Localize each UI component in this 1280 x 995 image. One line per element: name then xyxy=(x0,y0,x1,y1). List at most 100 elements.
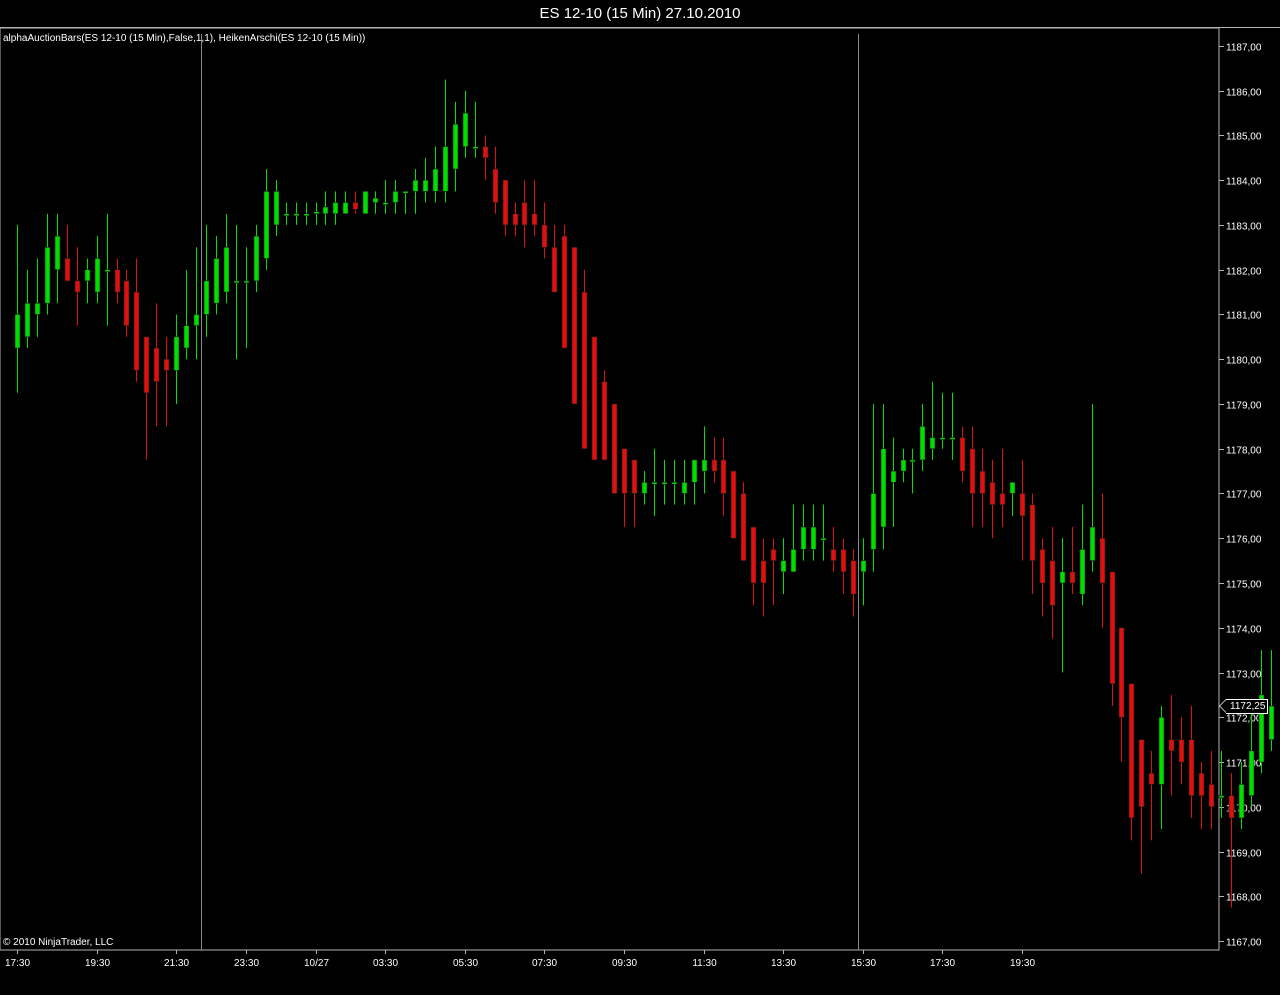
candle xyxy=(541,202,548,259)
candle xyxy=(969,426,976,528)
candle xyxy=(840,538,847,595)
candle-body xyxy=(114,269,121,293)
candle-body xyxy=(1059,571,1066,584)
candle xyxy=(143,336,150,460)
candle xyxy=(492,146,499,214)
candle-body xyxy=(810,526,817,550)
candle-body xyxy=(352,202,359,210)
candle-body xyxy=(939,437,946,440)
y-tick-label: 1183,00 xyxy=(1226,222,1262,233)
candle xyxy=(203,224,210,337)
candle-body xyxy=(84,269,91,282)
last-price-marker: 1172,25 xyxy=(1218,699,1269,714)
y-tick-label: 1176,00 xyxy=(1226,535,1262,546)
candle xyxy=(800,504,807,561)
candle-body xyxy=(790,549,797,573)
candle-body xyxy=(1138,739,1145,808)
candle xyxy=(1228,773,1235,908)
candle-body xyxy=(760,560,767,584)
candle-body xyxy=(1069,571,1076,584)
candle-body xyxy=(482,146,489,159)
candle-body xyxy=(850,560,857,595)
candle xyxy=(880,403,887,550)
candle xyxy=(352,191,359,214)
candle-body xyxy=(54,235,61,270)
candle-body xyxy=(462,112,469,147)
candle xyxy=(1188,706,1195,818)
candle-body xyxy=(213,258,220,304)
y-tick-label: 1180,00 xyxy=(1226,356,1262,367)
candle-body xyxy=(720,459,727,494)
candle xyxy=(1109,571,1116,707)
candle-body xyxy=(900,459,907,472)
candle-body xyxy=(94,258,101,293)
candle-body xyxy=(671,481,678,485)
candle-body xyxy=(14,314,21,349)
candle xyxy=(810,504,817,561)
candle-body xyxy=(34,302,41,315)
candle xyxy=(412,168,419,214)
candle xyxy=(860,538,867,606)
candlestick-chart[interactable]: 1187,00 1186,00 1185,00 1184,00 1183,00 1182,… xyxy=(0,0,1280,995)
x-tick-label: 13:30 xyxy=(771,958,796,969)
candle-body xyxy=(362,191,369,215)
x-tick-label: 05:30 xyxy=(453,958,478,969)
x-tick-label: 11:30 xyxy=(692,958,717,969)
candle-body xyxy=(44,247,51,304)
candle xyxy=(750,526,757,606)
candle xyxy=(1069,527,1076,595)
x-tick-label: 17:30 xyxy=(930,958,955,969)
candle xyxy=(561,224,568,349)
candle xyxy=(1009,481,1016,516)
candle-body xyxy=(263,191,270,259)
candle xyxy=(223,213,230,304)
candle xyxy=(919,403,926,472)
candle xyxy=(402,191,409,214)
candle-body xyxy=(591,336,598,461)
x-tick-label: 10/27 xyxy=(304,958,329,969)
candle xyxy=(1208,750,1215,830)
candle xyxy=(1118,627,1125,763)
candle xyxy=(1158,706,1165,830)
x-tick-label: 19:30 xyxy=(85,958,110,969)
candle xyxy=(820,504,827,561)
candle-body xyxy=(402,191,409,194)
candle xyxy=(909,448,916,494)
candle xyxy=(621,448,628,528)
candle xyxy=(959,426,966,483)
candle xyxy=(44,213,51,315)
candle xyxy=(263,168,270,270)
candle xyxy=(462,90,469,158)
candle xyxy=(1019,459,1026,561)
candle xyxy=(233,224,240,360)
candle-body xyxy=(342,202,349,215)
candle xyxy=(303,202,310,225)
candle-body xyxy=(601,381,608,461)
candle-body xyxy=(730,470,737,539)
candle-body xyxy=(512,213,519,226)
candle xyxy=(850,549,857,617)
candle xyxy=(382,180,389,214)
candle-body xyxy=(372,197,379,203)
candle xyxy=(701,426,708,494)
candle-body xyxy=(780,560,787,573)
candle xyxy=(133,258,140,382)
candle-body xyxy=(820,537,827,541)
candle-body xyxy=(133,291,140,371)
candle-body xyxy=(1049,560,1056,606)
y-tick-label: 1185,00 xyxy=(1226,132,1262,143)
candle-body xyxy=(531,213,538,226)
x-tick-label: 17:30 xyxy=(5,958,30,969)
candle-body xyxy=(1228,795,1235,819)
candle-body xyxy=(64,258,71,282)
candle-body xyxy=(1268,705,1275,740)
candle xyxy=(452,101,459,192)
candle xyxy=(34,258,41,337)
candle xyxy=(551,224,558,293)
candle-body xyxy=(432,168,439,192)
candle-body xyxy=(999,493,1006,505)
candle-body xyxy=(919,426,926,461)
candle-body xyxy=(303,213,310,217)
candle xyxy=(939,392,946,449)
candle-body xyxy=(1109,571,1116,684)
